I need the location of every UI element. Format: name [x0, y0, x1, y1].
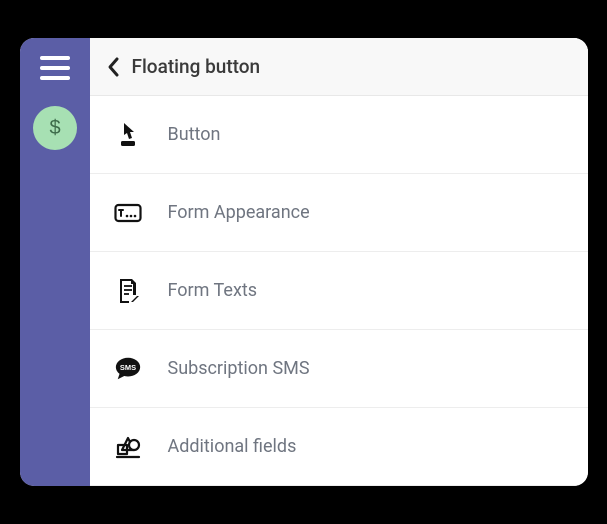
svg-text:$: $	[49, 117, 60, 139]
menu-item-additional-fields[interactable]: Additional fields	[90, 408, 588, 486]
panel-header: Floating button	[90, 38, 588, 96]
svg-text:SMS: SMS	[119, 362, 135, 371]
text-box-icon	[114, 199, 142, 227]
document-edit-icon	[114, 277, 142, 305]
menu-item-label: Form Appearance	[168, 202, 310, 223]
shapes-icon	[114, 433, 142, 461]
dollar-icon: $	[48, 117, 62, 139]
menu-list: Button Form Appearance	[90, 96, 588, 486]
chevron-left-icon	[106, 56, 120, 78]
sms-icon: SMS	[114, 355, 142, 383]
menu-item-label: Additional fields	[168, 436, 297, 457]
menu-item-button[interactable]: Button	[90, 96, 588, 174]
menu-item-label: Subscription SMS	[168, 358, 310, 379]
back-button[interactable]	[106, 56, 120, 78]
sidebar: $	[20, 38, 90, 486]
menu-item-label: Form Texts	[168, 280, 258, 301]
menu-item-form-texts[interactable]: Form Texts	[90, 252, 588, 330]
app-frame: $ Floating button Button	[20, 38, 588, 486]
dollar-badge[interactable]: $	[33, 106, 77, 150]
menu-item-form-appearance[interactable]: Form Appearance	[90, 174, 588, 252]
menu-icon[interactable]	[40, 56, 70, 80]
main-panel: Floating button Button	[90, 38, 588, 486]
menu-item-subscription-sms[interactable]: SMS Subscription SMS	[90, 330, 588, 408]
pointer-icon	[114, 121, 142, 149]
menu-item-label: Button	[168, 124, 221, 145]
panel-title: Floating button	[132, 55, 261, 78]
